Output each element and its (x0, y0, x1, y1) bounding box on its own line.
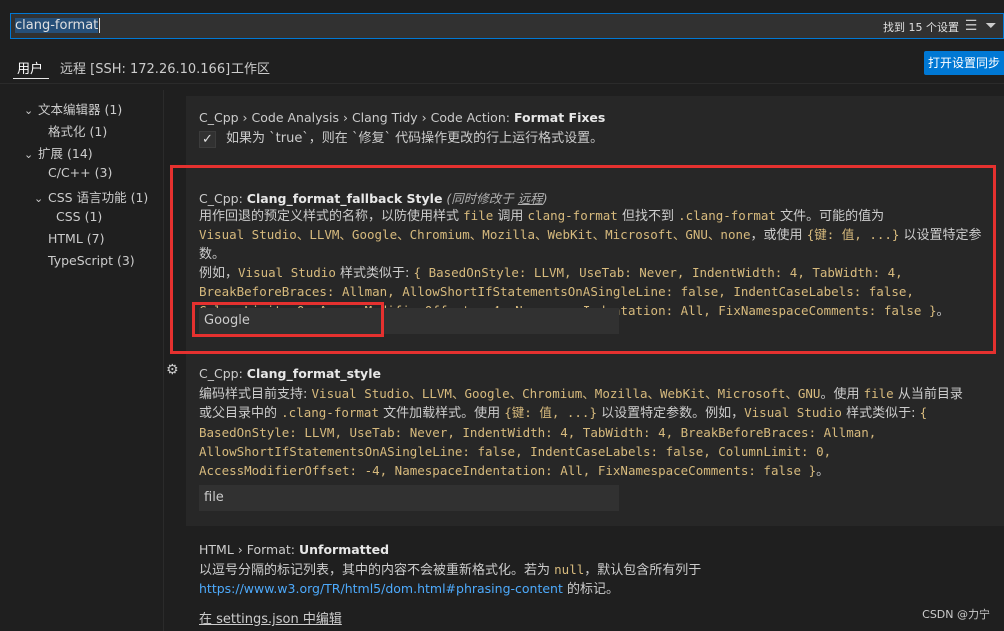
edit-in-settings-json-link[interactable]: 在 settings.json 中编辑 (199, 611, 342, 629)
header-divider (0, 83, 1004, 84)
check-icon: ✓ (202, 132, 213, 147)
settings-scope-tabs: 用户 远程 [SSH: 172.26.10.166] 工作区 (0, 50, 1004, 82)
gear-icon[interactable]: ⚙ (166, 362, 179, 378)
setting-title-clang-format-style: C_Cpp: Clang_format_style (199, 366, 381, 381)
toc-item-formatting[interactable]: 格式化 (1) (48, 121, 107, 140)
setting-desc-html-unformatted: 以逗号分隔的标记列表，其中的内容不会被重新格式化。若为 null，默认包含所有列… (199, 562, 702, 598)
tab-remote[interactable]: 远程 [SSH: 172.26.10.166] (60, 58, 230, 77)
setting-title-format-fixes: C_Cpp › Code Analysis › Clang Tidy › Cod… (199, 110, 606, 125)
chevron-down-icon: ⌄ (24, 104, 34, 117)
toc-item-css-language[interactable]: ⌄ CSS 语言功能 (1) (34, 187, 148, 206)
funnel-icon[interactable]: ⏷ (983, 18, 999, 34)
toc-item-extensions[interactable]: ⌄ 扩展 (14) (24, 143, 93, 162)
watermark: CSDN @力宁 (922, 608, 990, 621)
setting-desc-clang-format-style: 编码样式目前支持: Visual Studio、LLVM、Google、Chro… (199, 386, 963, 480)
chevron-down-icon: ⌄ (24, 148, 34, 161)
settings-search-box[interactable]: clang-format 找到 15 个设置 ☰ ⏷ (10, 13, 1004, 39)
setting-desc-format-fixes: 如果为 `true`，则在 `修复` 代码操作更改的行上运行格式设置。 (226, 131, 604, 146)
toc-item-css[interactable]: CSS (1) (56, 209, 102, 224)
toc-divider (163, 90, 164, 631)
phrasing-content-link[interactable]: https://www.w3.org/TR/html5/dom.html#phr… (199, 581, 563, 596)
active-tab-indicator (13, 78, 49, 79)
toc-item-cpp[interactable]: C/C++ (3) (48, 165, 112, 180)
turn-on-settings-sync-button[interactable]: 打开设置同步 (924, 51, 1004, 75)
highlight-box-value (192, 302, 384, 337)
clang-format-style-input[interactable]: file (199, 485, 619, 511)
search-result-count: 找到 15 个设置 (883, 21, 959, 34)
tab-workspace[interactable]: 工作区 (231, 58, 270, 77)
chevron-down-icon: ⌄ (34, 192, 44, 205)
toc-item-typescript[interactable]: TypeScript (3) (48, 253, 135, 268)
tab-user[interactable]: 用户 (17, 58, 43, 77)
toc-item-text-editor[interactable]: ⌄ 文本编辑器 (1) (24, 99, 122, 118)
toc-item-html[interactable]: HTML (7) (48, 231, 105, 246)
search-input[interactable]: clang-format (15, 18, 101, 33)
format-fixes-checkbox[interactable]: ✓ (199, 131, 216, 148)
list-filter-icon[interactable]: ☰ (963, 18, 979, 34)
setting-title-html-unformatted: HTML › Format: Unformatted (199, 542, 390, 557)
